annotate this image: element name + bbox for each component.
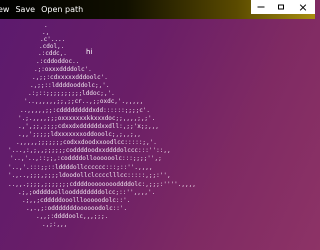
- ascii-art-line: '..,'..,::;;,:coddddolloooooolc:::;;;;''…: [10, 155, 162, 162]
- ascii-art-line: .cdol,.: [39, 43, 65, 50]
- ascii-art-line: .,;;::lddddooddolc;,'.: [30, 82, 110, 89]
- ascii-art-line: '..,'.:::;;::lddddollcccccc:::;::''.,,,,: [8, 164, 153, 171]
- close-button[interactable]: [291, 0, 315, 14]
- ascii-art-line: .,;;:cdxxxxxdddoolc'.: [32, 74, 108, 81]
- window-controls: [245, 0, 315, 19]
- ascii-art-line: .: [44, 22, 48, 29]
- menu-bar: ew Save Open path: [0, 0, 315, 19]
- ascii-art-line: ..,,,,,;;:cdddddddddxdd::::::;;;;c'.: [20, 107, 151, 114]
- terminal-output[interactable]: . ., .c'.... .cdol,. .:cddc,. hi .:cddod…: [0, 19, 315, 250]
- maximize-button[interactable]: [271, 0, 291, 14]
- ascii-art-line: .:cddoddoc..: [36, 58, 80, 65]
- ascii-art-line: .c'....: [40, 36, 66, 43]
- menu-item-open-path[interactable]: Open path: [38, 0, 86, 19]
- ascii-art-line: .,;:,,,: [42, 221, 68, 228]
- ascii-art-line: .,,,,,;;;;;;;codxxdoodxxoodlcc:::::;,'.: [16, 139, 157, 146]
- ascii-art-line: .;,;oddddoollooddddddddolcc;::'',,,,'.: [18, 189, 156, 196]
- close-icon: [299, 3, 307, 11]
- ascii-art-line: ..,,.;;;;,;;;;;;;cddddooooooooddddolc:,;…: [8, 181, 196, 188]
- ascii-art-line: .;,,;cdddddooolllooooodolc::'.: [22, 197, 131, 204]
- ascii-art-line: .,,';;;;;ldxxxxxxxoddooolc;,;,,;,,: [18, 131, 141, 138]
- ascii-art-line: .,',;;,;;;;cdxxdxddddddxxdll:,;;'x;;,,,: [18, 123, 159, 130]
- ascii-art-line: '.;.,,,,;;;oxxxxxxxkkxxxdoc;;,,,,;,;'.: [18, 115, 156, 122]
- ascii-art-line: .,.,;:odddddddoooooodolc::'.: [26, 205, 128, 212]
- ascii-art-line: .:cddc,.: [38, 50, 67, 57]
- ascii-art-line: '...,:,;,,;;;;;;coddddoodxxddddolccc:::'…: [8, 147, 171, 154]
- ascii-art-line: .,,;:ddddoolc,,,;;;.: [36, 213, 109, 220]
- ascii-art-line: .,: [42, 29, 50, 36]
- minimize-icon: [257, 6, 265, 8]
- ascii-art-line: '.,..,;;;,;;;;ldoodollclcccclllcc:::::,;…: [8, 172, 171, 179]
- menu-item-save[interactable]: Save: [12, 0, 38, 19]
- maximize-icon: [278, 4, 284, 10]
- ascii-art-line: .:;::;;;;;;;;;;lddoc;,'.: [28, 90, 115, 97]
- minimize-button[interactable]: [251, 0, 271, 14]
- terminal-cursor-text: hi: [86, 48, 93, 56]
- menu-item-new[interactable]: ew: [0, 0, 12, 19]
- ascii-art-line: '..,,,,,,;;,;;cr..,;;oxdc,'.,,,,,: [24, 98, 144, 105]
- ascii-art-line: .;:oxxxddddolc'.: [34, 66, 92, 73]
